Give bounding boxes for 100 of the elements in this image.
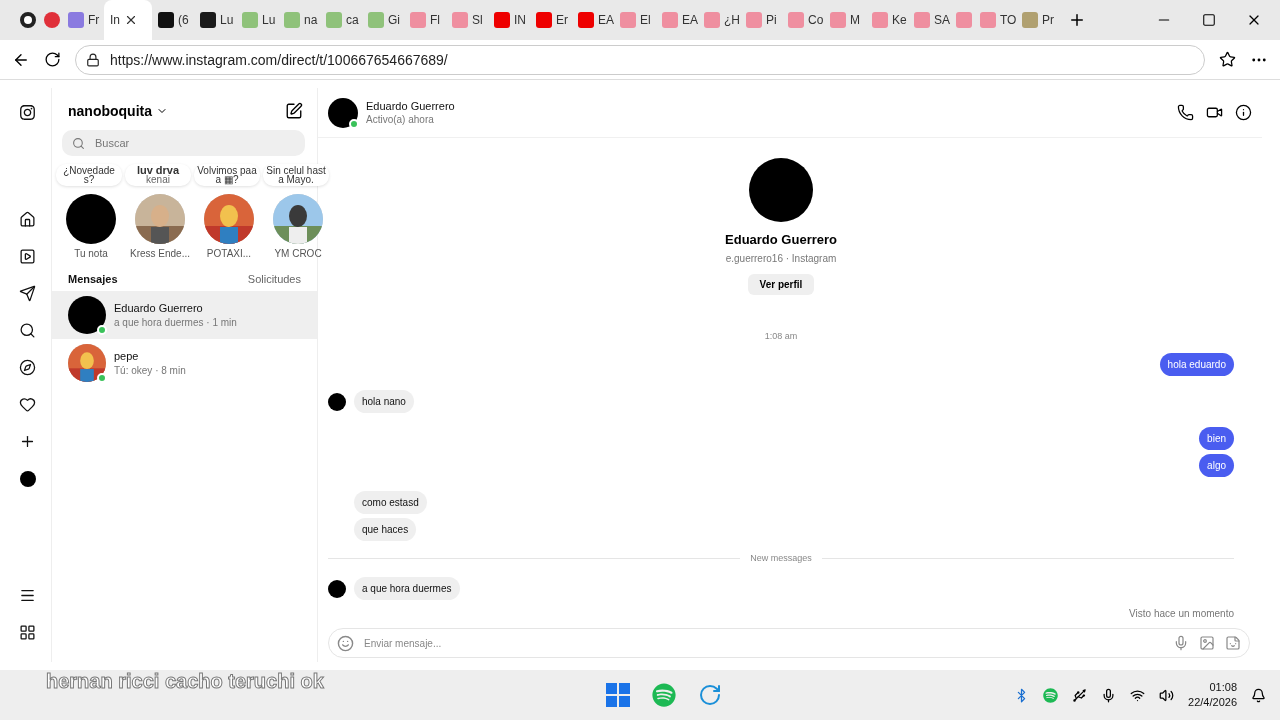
tab-icon — [662, 12, 678, 28]
note-author: YM CROC — [274, 248, 322, 259]
search-icon[interactable] — [19, 322, 36, 339]
search-icon — [72, 136, 85, 150]
close-icon[interactable] — [124, 13, 138, 27]
reels-icon[interactable] — [19, 248, 36, 265]
tab-icon — [956, 12, 972, 28]
tab-icon — [452, 12, 468, 28]
restore-icon[interactable] — [1202, 13, 1216, 27]
browser-tab[interactable]: Lu — [194, 0, 236, 40]
home-icon[interactable] — [19, 211, 36, 228]
grid-icon[interactable] — [19, 624, 36, 641]
favorite-icon[interactable] — [1219, 51, 1236, 68]
note-author: Kress Ende... — [130, 248, 190, 259]
conversation-item[interactable]: Eduardo Guerrero a que hora duermes · 1 min — [52, 291, 317, 339]
browser-tab[interactable]: ca — [320, 0, 362, 40]
timestamp: 1:08 am — [764, 331, 798, 341]
browser-tab[interactable]: Ke — [866, 0, 908, 40]
note-bubble[interactable]: ¿Novedades? — [56, 164, 122, 186]
conversation-item[interactable]: pepe Tú: okey · 8 min — [52, 339, 317, 387]
search-field[interactable]: Buscar — [62, 130, 305, 156]
received-message: a que hora duermes — [354, 577, 460, 600]
browser-tab[interactable]: In — [104, 0, 152, 40]
tab-icon — [980, 12, 996, 28]
tab-icon — [830, 12, 846, 28]
browser-tab[interactable]: Sl — [446, 0, 488, 40]
tab-icon — [242, 12, 258, 28]
reload-icon[interactable] — [44, 51, 61, 68]
note-bubble[interactable]: Volvimos paaa ▦? — [194, 164, 260, 186]
view-profile-button[interactable]: Ver perfil — [747, 274, 815, 295]
received-message: que haces — [354, 518, 417, 541]
sticker-icon[interactable] — [1225, 635, 1241, 651]
note-bubble[interactable]: luv drva kenai — [125, 164, 191, 186]
browser-tab[interactable]: Fl — [404, 0, 446, 40]
section-tab[interactable]: Mensajes — [68, 273, 118, 285]
avatar — [66, 194, 116, 244]
browser-tab[interactable]: Gi — [362, 0, 404, 40]
username[interactable]: nanoboquita — [68, 103, 168, 119]
tab-icon — [158, 12, 174, 28]
tab-icon — [368, 12, 384, 28]
seen-status: Visto hace un momento — [1129, 608, 1234, 619]
tab-icon — [914, 12, 930, 28]
browser-tab[interactable]: (6 — [152, 0, 194, 40]
tab-icon — [410, 12, 426, 28]
section-tab[interactable]: Solicitudes — [247, 273, 301, 285]
heart-icon[interactable] — [19, 396, 36, 413]
sent-message: algo — [1199, 454, 1234, 477]
sender-avatar — [328, 579, 346, 598]
tab-icon — [200, 12, 216, 28]
windows-start-icon[interactable] — [606, 683, 631, 707]
usb-icon[interactable] — [1072, 687, 1088, 703]
browser-tab[interactable]: Pr — [1016, 0, 1058, 40]
tab-icon — [44, 12, 60, 28]
new-tab-icon[interactable] — [1068, 11, 1086, 29]
browser-tab[interactable]: SA — [908, 0, 950, 40]
clock-time: 01:08 — [1209, 680, 1237, 695]
menu-icon[interactable] — [19, 587, 36, 604]
browser-tab[interactable]: IN — [488, 0, 530, 40]
browser-tab[interactable]: Fr — [62, 0, 104, 40]
sent-message: bien — [1199, 427, 1234, 450]
browser-tab[interactable]: Er — [530, 0, 572, 40]
profile-avatar[interactable] — [19, 470, 36, 487]
wifi-icon[interactable] — [1130, 687, 1146, 703]
browser-tab[interactable]: na — [278, 0, 320, 40]
compass-icon[interactable] — [19, 359, 36, 376]
browser-tab[interactable]: Pi — [740, 0, 782, 40]
info-icon[interactable] — [1235, 104, 1252, 121]
notification-icon[interactable] — [1251, 687, 1266, 703]
conversation-preview: Tú: okey · 8 min — [114, 365, 186, 376]
browser-tab[interactable]: EA — [656, 0, 698, 40]
browser-tab[interactable]: El — [614, 0, 656, 40]
phone-icon[interactable] — [1177, 104, 1194, 121]
browser-tab[interactable]: M — [824, 0, 866, 40]
mic-icon[interactable] — [1101, 687, 1117, 703]
emoji-icon[interactable] — [337, 634, 354, 652]
browser-tab[interactable]: Co — [782, 0, 824, 40]
browser-tab[interactable]: Lu — [236, 0, 278, 40]
note-author: POTAXI... — [206, 248, 252, 259]
instagram-logo-icon[interactable] — [19, 104, 36, 121]
tab-icon — [578, 12, 594, 28]
create-icon[interactable] — [19, 433, 36, 450]
volume-icon[interactable] — [1159, 687, 1175, 703]
tab-icon — [494, 12, 510, 28]
compose-icon[interactable] — [285, 102, 303, 120]
note-bubble[interactable]: Sin celul hasta Mayo. — [263, 164, 329, 186]
profile-name: Eduardo Guerrero — [725, 232, 837, 247]
messages-icon[interactable] — [19, 285, 36, 302]
avatar — [68, 296, 106, 334]
tab-icon — [536, 12, 552, 28]
browser-tab[interactable]: TO — [974, 0, 1016, 40]
tab-icon — [872, 12, 888, 28]
browser-tab[interactable]: EA — [572, 0, 614, 40]
image-icon[interactable] — [1199, 635, 1215, 651]
contact-name: Eduardo Guerrero — [366, 100, 455, 112]
tab-icon — [1022, 12, 1038, 28]
tab-icon — [746, 12, 762, 28]
browser-tab[interactable]: ¿H — [698, 0, 740, 40]
profile-handle: e.guerrero16 · Instagram — [725, 253, 837, 264]
tab-icon — [788, 12, 804, 28]
address-field[interactable]: https://www.instagram.com/direct/t/100667654667689/ — [75, 44, 1205, 75]
